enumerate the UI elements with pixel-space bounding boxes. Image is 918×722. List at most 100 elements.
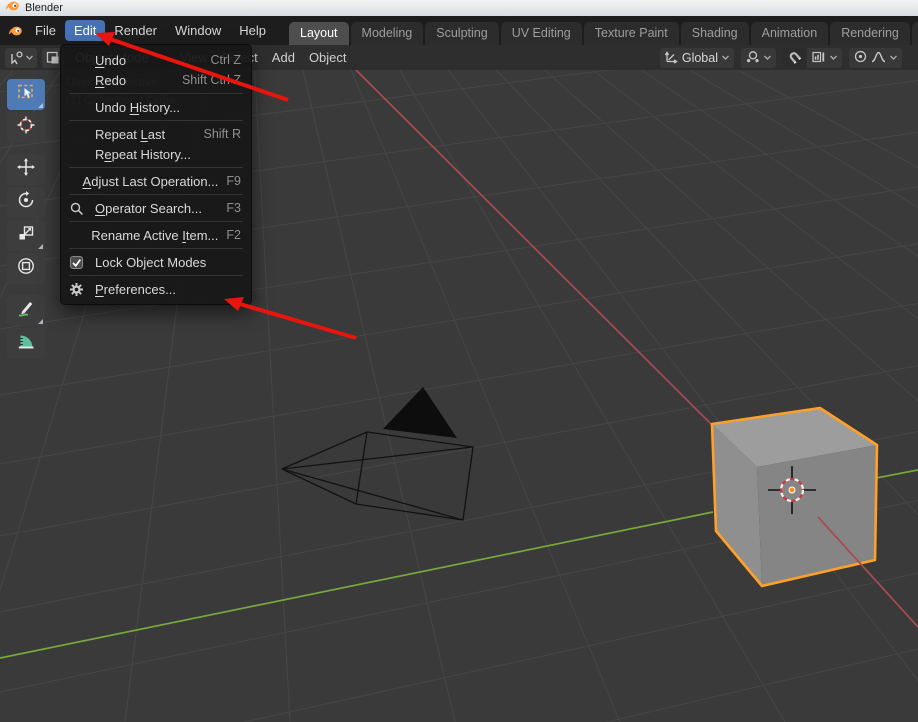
menu-item-shortcut: Shift Ctrl Z <box>174 73 241 87</box>
y-axis-line <box>876 470 918 478</box>
tab-texture-paint[interactable]: Texture Paint <box>584 22 679 45</box>
toolbar <box>7 79 45 361</box>
chevron-down-icon <box>889 51 898 65</box>
menu-item-shortcut: F2 <box>218 228 241 242</box>
snap-controls <box>783 48 842 68</box>
menu-item-repeat-last[interactable]: Repeat LastShift R <box>61 124 251 144</box>
proportional-editing-controls[interactable] <box>849 48 902 68</box>
menu-separator <box>69 248 243 249</box>
snap-toggle-button[interactable] <box>783 48 806 68</box>
viewport-menu-object[interactable]: Object <box>302 48 354 67</box>
tool-select-box[interactable] <box>7 79 45 110</box>
menu-item-label: Redo <box>95 73 174 88</box>
tab-modeling[interactable]: Modeling <box>351 22 424 45</box>
select-box-icon <box>16 82 36 107</box>
menu-item-label: Operator Search... <box>95 201 218 216</box>
chevron-down-icon <box>829 51 838 65</box>
menu-item-adjust-last-operation[interactable]: Adjust Last Operation...F9 <box>61 171 251 191</box>
tab-uv-editing[interactable]: UV Editing <box>501 22 582 45</box>
tool-annotate[interactable] <box>7 295 45 326</box>
menu-item-undo[interactable]: UndoCtrl Z <box>61 50 251 70</box>
blender-logo-icon <box>5 0 19 18</box>
transform-orientation-dropdown[interactable]: Global <box>660 48 734 68</box>
gear-icon <box>69 282 95 297</box>
tool-submenu-corner <box>38 319 43 324</box>
menu-item-label: Rename Active Item... <box>91 228 218 243</box>
menu-item-redo[interactable]: RedoShift Ctrl Z <box>61 70 251 90</box>
menu-item-label: Repeat History... <box>95 147 233 162</box>
orientation-icon <box>664 49 679 67</box>
menu-item-shortcut: F9 <box>218 174 241 188</box>
menu-item-label: Preferences... <box>95 282 233 297</box>
tool-rotate[interactable] <box>7 187 45 218</box>
menu-item-rename-active-item[interactable]: Rename Active Item...F2 <box>61 225 251 245</box>
menu-item-repeat-history[interactable]: Repeat History... <box>61 144 251 164</box>
tool-move[interactable] <box>7 154 45 185</box>
magnet-icon <box>787 49 802 67</box>
tool-scale[interactable] <box>7 220 45 251</box>
scale-icon <box>16 223 36 248</box>
pivot-icon <box>745 49 760 67</box>
menubar-item-file[interactable]: File <box>26 20 65 41</box>
transform-icon <box>16 256 36 281</box>
checkbox-checked-icon <box>69 255 95 270</box>
tool-submenu-corner <box>38 244 43 249</box>
orientation-label: Global <box>682 51 718 65</box>
menu-item-undo-history[interactable]: Undo History... <box>61 97 251 117</box>
menu-item-lock-object-modes[interactable]: Lock Object Modes <box>61 252 251 272</box>
topbar: FileEditRenderWindowHelp LayoutModelingS… <box>0 16 918 45</box>
menubar-item-edit[interactable]: Edit <box>65 20 105 41</box>
tool-cursor[interactable] <box>7 112 45 143</box>
menu-item-shortcut: Shift R <box>195 127 241 141</box>
menu-item-preferences[interactable]: Preferences... <box>61 279 251 299</box>
titlebar: Blender <box>0 0 918 16</box>
menu-item-label: Undo History... <box>95 100 233 115</box>
header-right-controls: Global <box>660 48 902 68</box>
snap-with-dropdown[interactable] <box>807 48 842 68</box>
tab-sculpting[interactable]: Sculpting <box>425 22 498 45</box>
menu-item-label: Undo <box>95 53 202 68</box>
menu-separator <box>69 120 243 121</box>
tool-transform[interactable] <box>7 253 45 284</box>
menubar-item-window[interactable]: Window <box>166 20 230 41</box>
measure-icon <box>16 331 36 356</box>
tab-compositing[interactable]: Compositing <box>912 22 918 45</box>
menu-separator <box>69 93 243 94</box>
search-icon <box>69 201 95 216</box>
menu-item-operator-search[interactable]: Operator Search...F3 <box>61 198 251 218</box>
rotate-icon <box>16 190 36 215</box>
active-tool-dropdown[interactable] <box>5 48 37 68</box>
chevron-down-icon <box>721 51 730 65</box>
chevron-down-icon <box>763 51 772 65</box>
workspace-tabs: LayoutModelingSculptingUV EditingTexture… <box>289 16 918 45</box>
menu-separator <box>69 167 243 168</box>
move-icon <box>16 157 36 182</box>
menu-item-shortcut: F3 <box>218 201 241 215</box>
annotate-icon <box>16 298 36 323</box>
menu-item-label: Lock Object Modes <box>95 255 233 270</box>
tab-animation[interactable]: Animation <box>751 22 829 45</box>
edit-menu-dropdown: UndoCtrl ZRedoShift Ctrl ZUndo History..… <box>60 44 252 305</box>
y-axis-line <box>0 512 713 658</box>
menubar-item-render[interactable]: Render <box>105 20 166 41</box>
tool-measure[interactable] <box>7 328 45 359</box>
proportional-circle-icon <box>853 49 868 67</box>
blender-menu-logo-icon[interactable] <box>8 24 22 38</box>
window-title: Blender <box>25 2 63 14</box>
cube-object[interactable] <box>712 408 877 586</box>
menu-separator <box>69 194 243 195</box>
snap-increment-icon <box>811 49 826 67</box>
menubar-item-help[interactable]: Help <box>230 20 275 41</box>
tab-shading[interactable]: Shading <box>681 22 749 45</box>
tab-layout[interactable]: Layout <box>289 22 349 45</box>
falloff-curve-icon <box>871 49 886 67</box>
menu-separator <box>69 275 243 276</box>
menu-item-label: Adjust Last Operation... <box>83 174 219 189</box>
menu-item-label: Repeat Last <box>95 127 195 142</box>
pivot-point-dropdown[interactable] <box>741 48 776 68</box>
menubar: FileEditRenderWindowHelp <box>26 20 275 41</box>
menu-separator <box>69 221 243 222</box>
menu-item-shortcut: Ctrl Z <box>202 53 241 67</box>
viewport-menu-add[interactable]: Add <box>265 48 302 67</box>
tab-rendering[interactable]: Rendering <box>830 22 910 45</box>
